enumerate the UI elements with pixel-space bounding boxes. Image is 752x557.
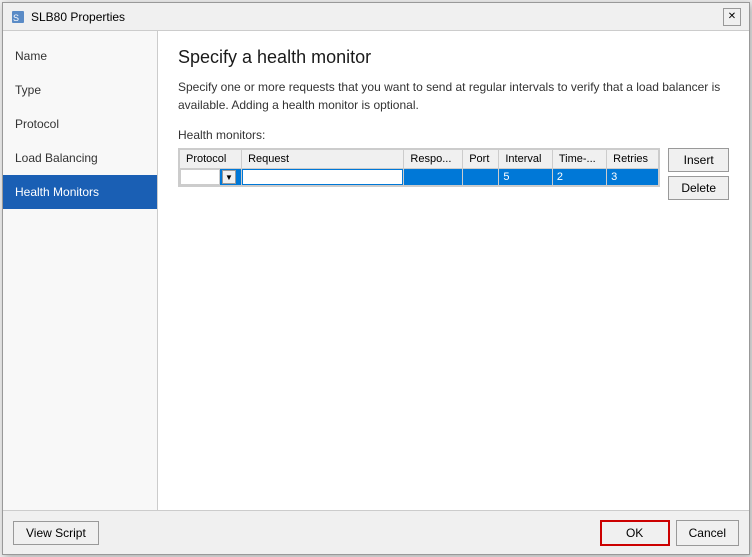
window-icon: S <box>11 10 25 24</box>
delete-button[interactable]: Delete <box>668 176 729 200</box>
col-header-timeout: Time-... <box>552 150 606 169</box>
sidebar: Name Type Protocol Load Balancing Health… <box>3 31 158 510</box>
cell-interval[interactable]: 5 <box>499 169 552 186</box>
footer: View Script OK Cancel <box>3 510 749 554</box>
cell-port[interactable] <box>463 169 499 186</box>
health-monitors-table-container: Protocol Request Respo... Port Interval … <box>178 148 660 187</box>
table-and-buttons: Protocol Request Respo... Port Interval … <box>178 148 729 494</box>
request-input[interactable] <box>242 169 403 185</box>
col-header-response: Respo... <box>404 150 463 169</box>
footer-right: OK Cancel <box>600 520 739 546</box>
insert-button[interactable]: Insert <box>668 148 729 172</box>
protocol-dropdown-button[interactable]: ▼ <box>222 170 236 184</box>
health-monitors-table: Protocol Request Respo... Port Interval … <box>179 149 659 186</box>
side-buttons: Insert Delete <box>668 148 729 200</box>
window-body: Name Type Protocol Load Balancing Health… <box>3 31 749 510</box>
window-title: SLB80 Properties <box>31 10 125 24</box>
sidebar-item-type[interactable]: Type <box>3 73 157 107</box>
sidebar-item-health-monitors[interactable]: Health Monitors <box>3 175 157 209</box>
col-header-request: Request <box>242 150 404 169</box>
view-script-button[interactable]: View Script <box>13 521 99 545</box>
dialog-window: S SLB80 Properties ✕ Name Type Protocol … <box>2 2 750 555</box>
page-description: Specify one or more requests that you wa… <box>178 78 729 114</box>
main-content: Specify a health monitor Specify one or … <box>158 31 749 510</box>
footer-left: View Script <box>13 521 99 545</box>
sidebar-item-name[interactable]: Name <box>3 39 157 73</box>
cell-protocol: ▼ Http Tcp <box>180 169 242 186</box>
col-header-port: Port <box>463 150 499 169</box>
ok-button[interactable]: OK <box>600 520 670 546</box>
table-header-row: Protocol Request Respo... Port Interval … <box>180 150 659 169</box>
page-title: Specify a health monitor <box>178 47 729 68</box>
section-label: Health monitors: <box>178 128 729 142</box>
cell-timeout[interactable]: 2 <box>552 169 606 186</box>
col-header-protocol: Protocol <box>180 150 242 169</box>
cell-response[interactable] <box>404 169 463 186</box>
cell-retries[interactable]: 3 <box>607 169 659 186</box>
cancel-button[interactable]: Cancel <box>676 520 739 546</box>
protocol-input[interactable] <box>180 169 220 185</box>
title-bar: S SLB80 Properties ✕ <box>3 3 749 31</box>
col-header-interval: Interval <box>499 150 552 169</box>
close-button[interactable]: ✕ <box>723 8 741 26</box>
protocol-cell: ▼ Http Tcp <box>180 169 241 185</box>
sidebar-item-load-balancing[interactable]: Load Balancing <box>3 141 157 175</box>
svg-text:S: S <box>13 13 19 23</box>
col-header-retries: Retries <box>607 150 659 169</box>
cell-request <box>242 169 404 186</box>
sidebar-item-protocol[interactable]: Protocol <box>3 107 157 141</box>
table-row: ▼ Http Tcp <box>180 169 659 186</box>
